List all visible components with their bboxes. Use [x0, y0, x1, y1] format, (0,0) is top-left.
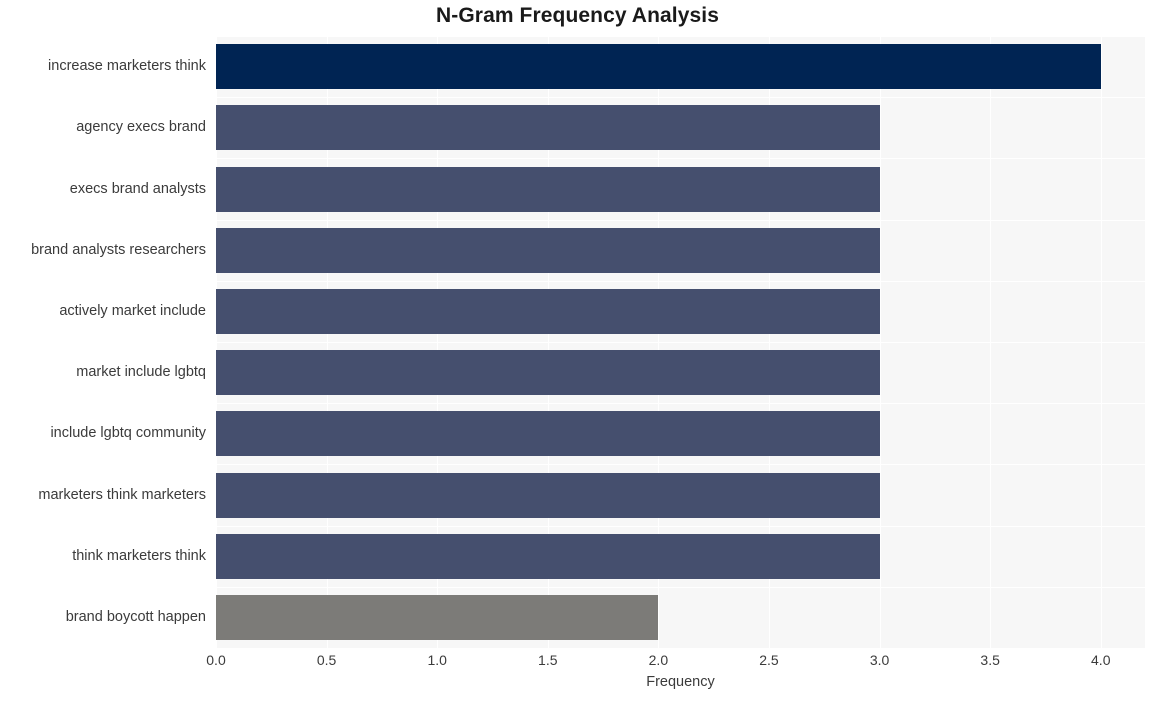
y-axis-labels: increase marketers think agency execs bra…: [0, 36, 206, 648]
chart-title: N-Gram Frequency Analysis: [436, 4, 719, 27]
x-axis-tick-label: 2.0: [648, 652, 669, 668]
y-axis-tick-label: brand boycott happen: [65, 609, 206, 625]
y-axis-tick-label: execs brand analysts: [69, 181, 206, 197]
x-axis-tick-label: 1.5: [538, 652, 558, 668]
gridline-horizontal: [216, 97, 1145, 98]
x-axis-tick-label: 3.5: [980, 652, 1000, 668]
bar: [216, 289, 880, 334]
bar: [216, 473, 880, 518]
y-axis-tick-label: market include lgbtq: [76, 364, 206, 380]
bar: [216, 350, 880, 395]
x-axis-tick-label: 3.0: [869, 652, 890, 668]
gridline-horizontal: [216, 464, 1145, 465]
bar: [216, 595, 659, 640]
gridline-horizontal: [216, 526, 1145, 527]
x-axis-tick-label: 4.0: [1091, 652, 1111, 668]
bar: [216, 411, 880, 456]
gridline-horizontal: [216, 281, 1145, 282]
x-axis-ticks: 0.0 0.5 1.0 1.5 2.0 2.5 3.0 3.5 4.0: [0, 652, 1155, 674]
y-axis-tick-label: marketers think marketers: [38, 487, 206, 503]
gridline-horizontal: [216, 403, 1145, 404]
y-axis-tick-label: brand analysts researchers: [31, 242, 206, 258]
gridline-horizontal: [216, 587, 1145, 588]
chart-container: N-Gram Frequency Analysis increase marke…: [0, 0, 1155, 701]
x-axis-tick-label: 2.5: [759, 652, 779, 668]
bar: [216, 167, 880, 212]
x-axis-tick-label: 0.0: [206, 652, 226, 668]
bar: [216, 44, 1101, 89]
x-axis-tick-label: 0.5: [316, 652, 337, 668]
y-axis-tick-label: actively market include: [59, 303, 206, 319]
bar: [216, 228, 880, 273]
gridline-horizontal: [216, 158, 1145, 159]
bar: [216, 105, 880, 150]
bar: [216, 534, 880, 579]
gridline-horizontal: [216, 36, 1145, 37]
gridline-horizontal: [216, 342, 1145, 343]
x-axis-tick-label: 1.0: [427, 652, 447, 668]
y-axis-tick-label: think marketers think: [72, 548, 206, 564]
x-axis-label: Frequency: [646, 674, 715, 690]
y-axis-tick-label: include lgbtq community: [50, 425, 206, 441]
y-axis-tick-label: agency execs brand: [76, 119, 206, 135]
plot-area: [216, 36, 1145, 648]
gridline-horizontal: [216, 220, 1145, 221]
y-axis-tick-label: increase marketers think: [48, 58, 206, 74]
